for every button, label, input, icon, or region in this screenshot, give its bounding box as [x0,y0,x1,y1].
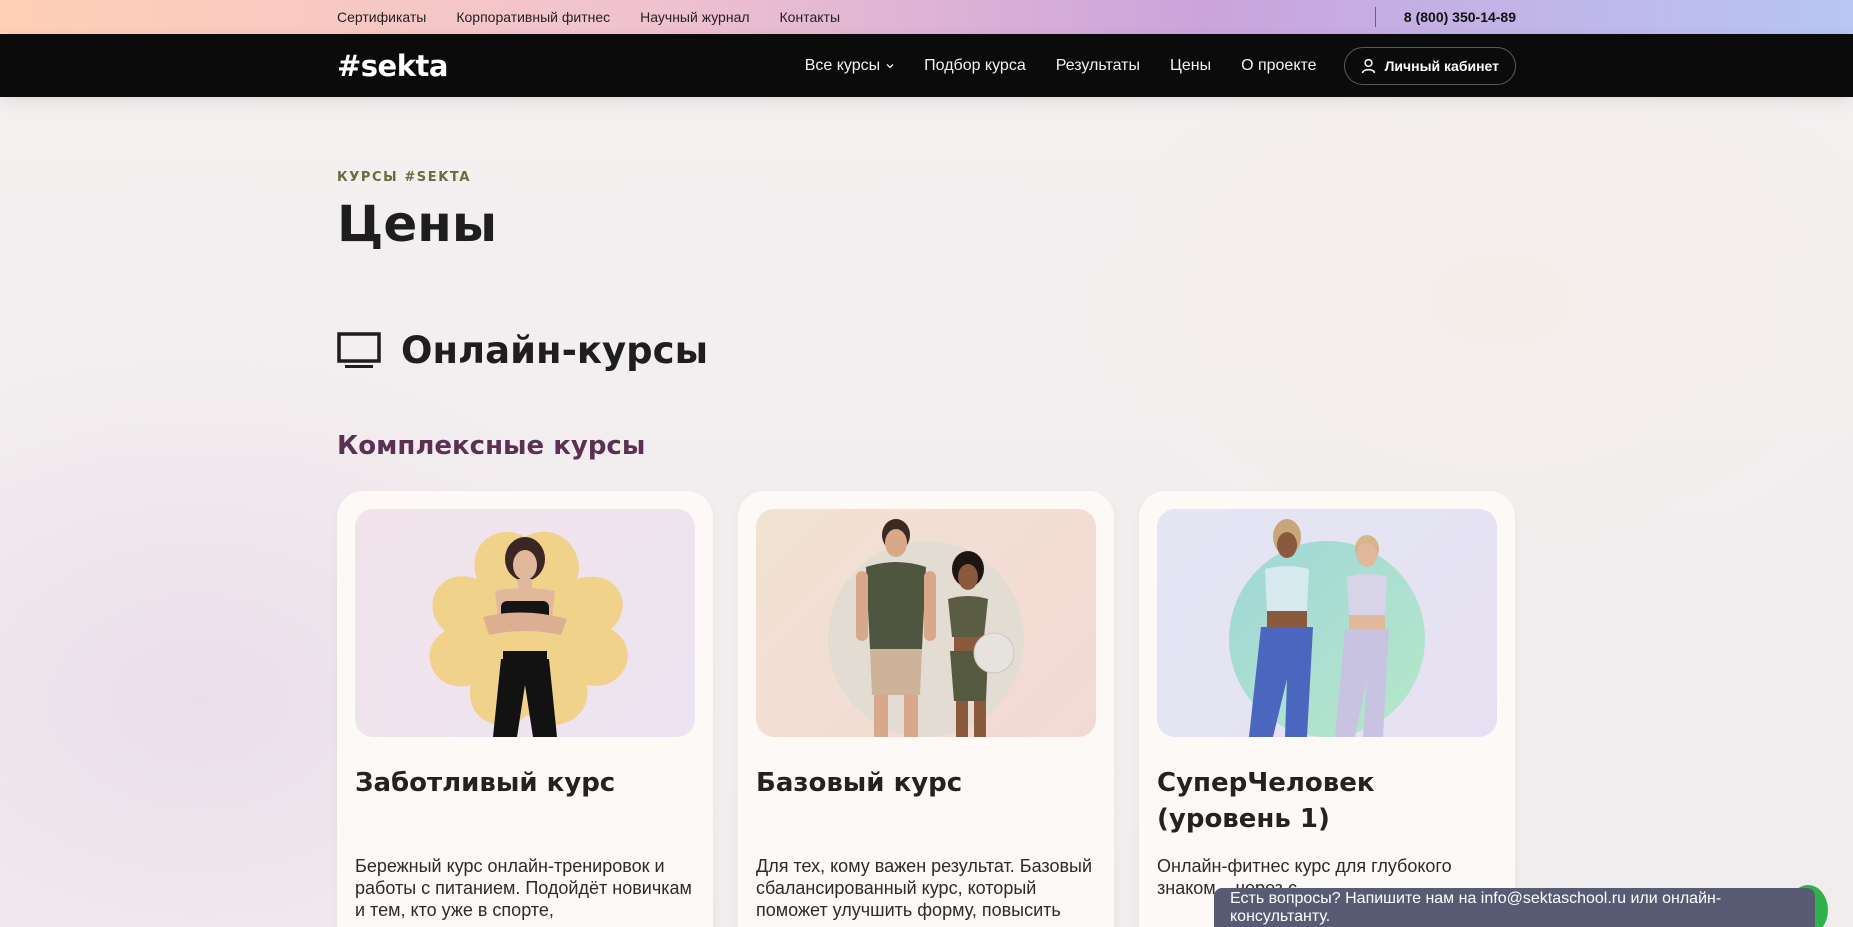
chat-banner[interactable]: Есть вопросы? Напишите нам на info@sekta… [1214,888,1815,927]
toplink-corporate-fitness[interactable]: Корпоративный фитнес [456,9,610,25]
toplink-contacts[interactable]: Контакты [780,9,840,25]
course-illustration [429,531,628,737]
course-card[interactable]: СуперЧеловек (уровень 1) Онлайн-фитнес к… [1139,491,1515,927]
page-title: Цены [337,195,498,253]
course-title: СуперЧеловек (уровень 1) [1157,768,1375,834]
phone-link[interactable]: 8 (800) 350-14-89 [1404,9,1516,25]
course-title: Базовый курс [756,768,963,798]
top-bar: Сертификаты Корпоративный фитнес Научный… [0,0,1853,34]
course-image-basic [756,509,1096,737]
course-title: Заботливый курс [355,768,616,798]
nav-item-prices[interactable]: Цены [1170,57,1211,75]
course-cards: Заботливый курс Бережный курс онлайн-тре… [337,491,1515,927]
course-card[interactable]: Базовый курс Для тех, кому важен результ… [738,491,1114,927]
nav-item-all-courses[interactable]: Все курсы [805,57,894,75]
topbar-divider [1375,7,1376,27]
nav-item-course-selection[interactable]: Подбор курса [924,57,1026,75]
nav-links: Все курсы Подбор курса Результаты Цены О… [775,46,1516,85]
section-title: Онлайн-курсы [401,329,709,372]
user-icon [1361,58,1375,73]
personal-cabinet-label: Личный кабинет [1384,57,1499,74]
section-online-courses: Онлайн-курсы [337,329,708,372]
personal-cabinet-button[interactable]: Личный кабинет [1343,46,1516,85]
main-nav: #sekta Все курсы Подбор курса Результаты… [0,34,1853,97]
chat-banner-text: Есть вопросы? Напишите нам на info@sekta… [1230,889,1722,925]
toplink-certificates[interactable]: Сертификаты [337,9,426,25]
nav-item-about[interactable]: О проекте [1241,57,1316,75]
course-illustration [828,519,1024,737]
eyebrow-label: КУРСЫ #SEKTA [337,170,472,185]
toplink-science-journal[interactable]: Научный журнал [640,9,749,25]
nav-item-results[interactable]: Результаты [1056,57,1140,75]
course-card[interactable]: Заботливый курс Бережный курс онлайн-тре… [337,491,713,927]
subsection-title: Комплексные курсы [337,431,646,461]
course-image-caring [355,509,695,737]
course-description: Бережный курс онлайн-тренировок и работы… [355,856,692,920]
chevron-down-icon [886,63,894,68]
laptop-icon [337,331,381,368]
course-image-superhuman [1157,509,1497,737]
course-description: Для тех, кому важен результат. Базовый с… [756,856,1093,920]
course-illustration [1229,519,1425,737]
logo[interactable]: #sekta [337,49,448,83]
nav-item-label: Все курсы [804,56,881,74]
